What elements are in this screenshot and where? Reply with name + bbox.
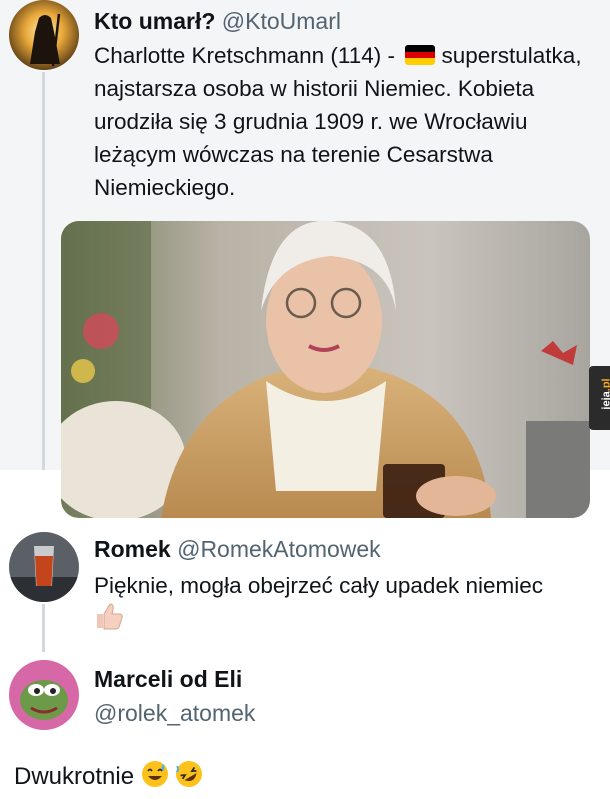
watermark-text: jeja.pl [601, 378, 610, 409]
romek-avatar[interactable] [9, 532, 79, 602]
ktoumarl-avatar[interactable] [9, 0, 79, 70]
sweat-smile-icon [141, 760, 169, 797]
user-handle[interactable]: @KtoUmarl [222, 8, 341, 34]
hooded-figure-icon [9, 0, 79, 70]
rofl-icon [175, 760, 203, 797]
tweet-text-part1: Charlotte Kretschmann (114) - [94, 43, 395, 68]
reply2-handle-row: @rolek_atomek [94, 700, 255, 727]
elderly-woman-photo [61, 221, 590, 518]
display-name[interactable]: Marceli od Eli [94, 666, 242, 692]
tweet-text: Charlotte Kretschmann (114) - superstula… [94, 39, 604, 204]
display-name[interactable]: Romek [94, 536, 171, 562]
watermark-domain: .pl [600, 378, 610, 392]
jeja-watermark: jeja.pl [589, 366, 610, 430]
tweet-photo[interactable] [61, 221, 590, 518]
thread-connector-line [42, 72, 45, 470]
reply-connector-line [42, 604, 45, 652]
beer-glass-icon [9, 532, 79, 602]
reply2-header: Marceli od Eli [94, 666, 242, 693]
reply1-header: Romek @RomekAtomowek [94, 536, 381, 563]
tweet-header: Kto umarł? @KtoUmarl [94, 8, 341, 35]
user-handle[interactable]: @RomekAtomowek [177, 536, 381, 562]
pepe-frog-icon [9, 660, 79, 730]
display-name[interactable]: Kto umarł? [94, 8, 215, 34]
marceli-avatar[interactable] [9, 660, 79, 730]
reply-text: Pięknie, mogła obejrzeć cały upadek niem… [94, 573, 543, 598]
footer-comment: Dwukrotnie [14, 760, 203, 797]
germany-flag-icon [405, 45, 436, 65]
reply1-text: Pięknie, mogła obejrzeć cały upadek niem… [94, 569, 554, 639]
watermark-main: jeja [600, 391, 610, 410]
footer-text: Dwukrotnie [14, 763, 135, 790]
user-handle[interactable]: @rolek_atomek [94, 700, 255, 726]
thumbs-up-icon [94, 602, 124, 639]
